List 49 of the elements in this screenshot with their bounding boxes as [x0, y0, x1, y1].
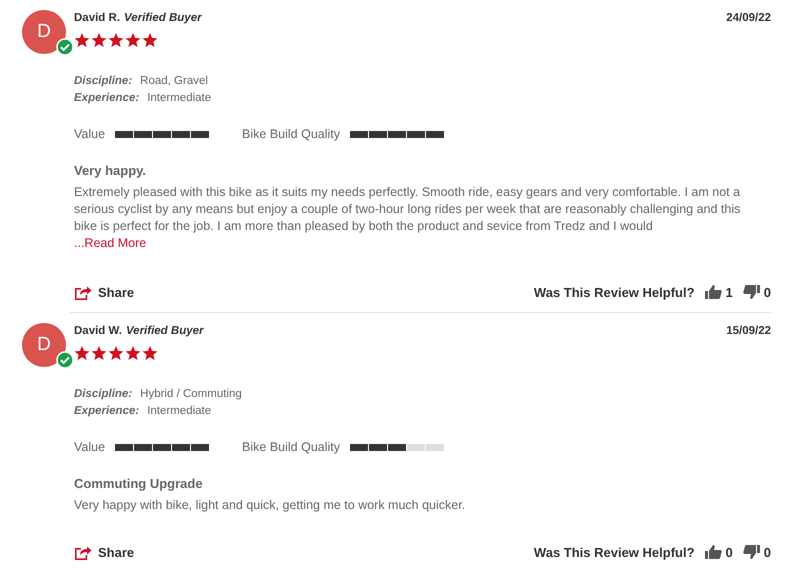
rating-label: Bike Build Quality [242, 440, 340, 454]
thumbs-up-button[interactable]: 0 [704, 544, 733, 560]
thumbs-down-icon [742, 285, 760, 299]
detail-value: Intermediate [147, 404, 212, 418]
share-icon [74, 284, 92, 300]
star-icon [142, 32, 158, 48]
read-more-link[interactable]: ...Read More [74, 235, 146, 252]
review-text: Very happy with bike, light and quick, getting me to work much quicker. [74, 498, 466, 512]
review-title: Commuting Upgrade [74, 476, 204, 491]
share-icon [74, 544, 92, 560]
star-icon [74, 32, 90, 48]
share-button[interactable]: Share [74, 544, 134, 560]
avatar-initial: D [37, 334, 51, 356]
reviewer-name: David W. [74, 325, 122, 337]
detail-value: Hybrid / Commuting [140, 387, 242, 401]
detail-label: Discipline: [74, 387, 132, 401]
star-icon [108, 32, 124, 48]
detail-label: Experience: [74, 404, 140, 418]
rating-label: Value [74, 127, 106, 141]
thumbs-up-icon [704, 545, 722, 559]
star-icon [91, 32, 107, 48]
thumbs-down-button[interactable]: 0 [742, 544, 771, 560]
review-date: 24/09/22 [726, 12, 771, 24]
rating-label: Bike Build Quality [242, 127, 340, 141]
helpful-question: Was This Review Helpful? [534, 284, 695, 300]
star-icon [74, 345, 90, 361]
review-text: Extremely pleased with this bike as it suits my needs perfectly. Smooth ride, easy gears and very comfortable. I am not a serious cyclist by any means but enjoy a couple of two-hour long rides per week that are reasonably challenging and this bike is perfect for the job. I am more than pleased by both the product and sevice from Tredz and I would [74, 185, 740, 233]
star-icon [108, 345, 124, 361]
avatar-initial: D [37, 21, 51, 43]
verified-label: Verified Buyer [126, 325, 204, 337]
helpful-question: Was This Review Helpful? [534, 544, 695, 560]
thumbs-down-icon [742, 545, 760, 559]
detail-label: Experience: [74, 91, 140, 105]
detail-label: Discipline: [74, 74, 132, 88]
detail-value: Road, Gravel [140, 74, 208, 88]
thumbs-down-button[interactable]: 0 [742, 284, 771, 300]
star-icon [142, 345, 158, 361]
star-icon [125, 345, 141, 361]
detail-value: Intermediate [147, 91, 212, 105]
reviewer-name: David R. [74, 12, 120, 24]
star-icon [125, 32, 141, 48]
rating-label: Value [74, 440, 106, 454]
thumbs-up-icon [704, 285, 722, 299]
review-date: 15/09/22 [726, 325, 771, 337]
star-icon [91, 345, 107, 361]
review-title: Very happy. [74, 163, 148, 178]
share-button[interactable]: Share [74, 284, 134, 300]
verified-label: Verified Buyer [124, 12, 202, 24]
thumbs-up-button[interactable]: 1 [704, 284, 733, 300]
